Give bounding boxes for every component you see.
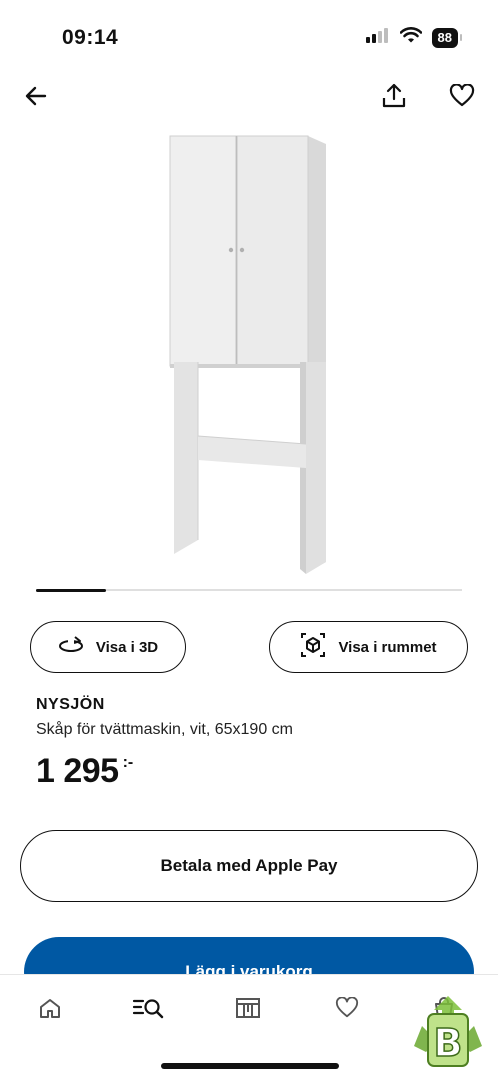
- product-description: Skåp för tvättmaskin, vit, 65x190 cm: [36, 721, 293, 738]
- status-bar: 09:14 88: [0, 0, 498, 76]
- apple-pay-button[interactable]: Betala med Apple Pay: [20, 830, 478, 902]
- signal-icon: [365, 27, 390, 48]
- wishlist-heart-icon[interactable]: [327, 991, 367, 1025]
- apple-pay-label: Betala med Apple Pay: [160, 856, 338, 875]
- view-3d-button[interactable]: Visa i 3D: [30, 621, 186, 673]
- view-in-room-button[interactable]: Visa i rummet: [269, 621, 468, 673]
- product-price: 1 295 :-: [36, 750, 133, 792]
- ar-cube-icon: [300, 632, 326, 662]
- battery-icon: 88: [431, 27, 463, 48]
- product-image-gallery[interactable]: [0, 122, 498, 582]
- back-arrow-icon[interactable]: [20, 80, 52, 112]
- product-image: [169, 135, 326, 574]
- top-nav: [0, 76, 498, 116]
- status-time: 09:14: [62, 26, 119, 49]
- price-suffix: :-: [122, 754, 134, 771]
- price-amount: 1 295: [36, 752, 119, 790]
- heart-icon[interactable]: [446, 80, 478, 112]
- view-3d-label: Visa i 3D: [95, 638, 159, 656]
- search-icon[interactable]: [128, 991, 168, 1025]
- image-carousel-progress: [36, 588, 462, 592]
- wifi-icon: [399, 27, 422, 48]
- view-in-room-label: Visa i rummet: [338, 638, 437, 656]
- svg-text:B: B: [434, 1021, 463, 1065]
- carousel-progress-fill: [36, 588, 107, 592]
- rotate-3d-icon: [58, 635, 84, 659]
- home-indicator: [161, 1063, 339, 1069]
- status-icons: 88: [365, 27, 463, 48]
- store-icon[interactable]: [228, 991, 268, 1025]
- home-icon[interactable]: [30, 991, 70, 1025]
- recycle-logo-watermark: B: [406, 992, 490, 1076]
- product-name: NYSJÖN: [36, 696, 105, 713]
- share-icon[interactable]: [378, 80, 410, 112]
